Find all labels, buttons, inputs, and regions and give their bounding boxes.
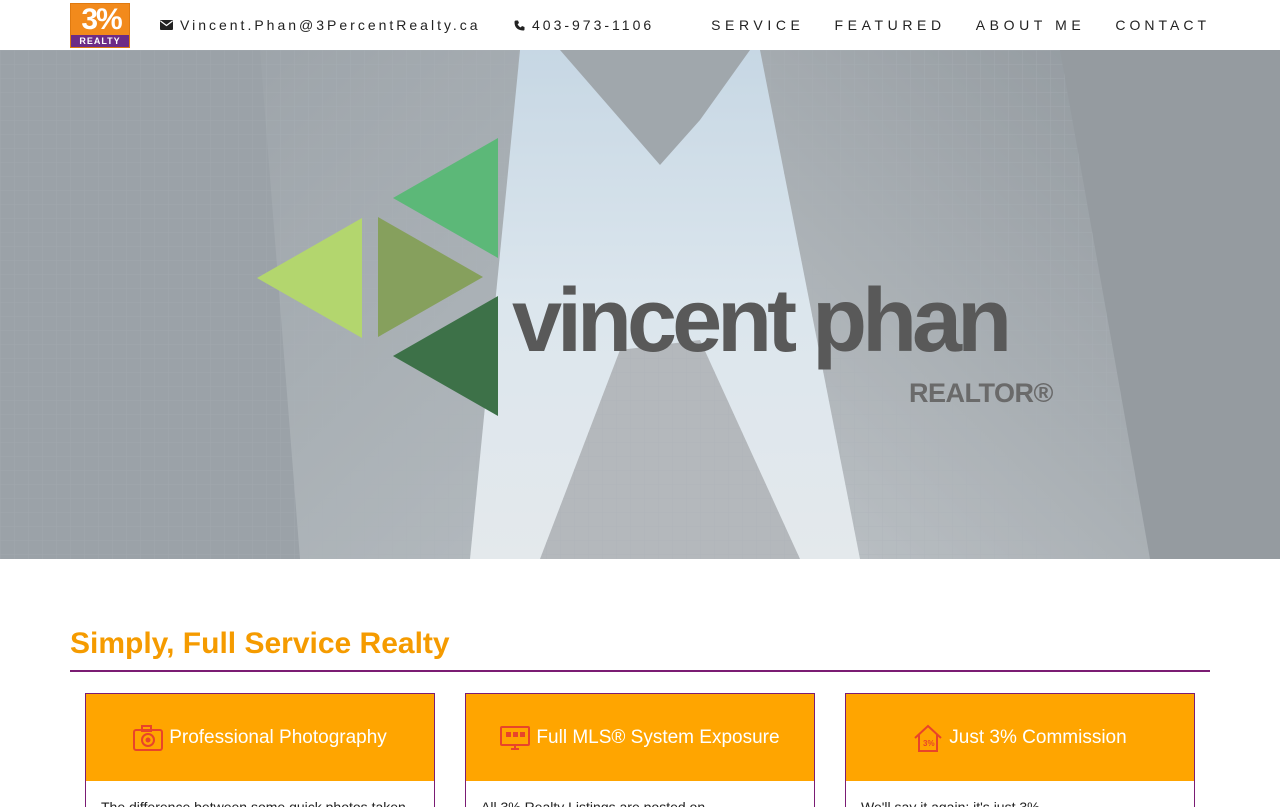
hero-brand-name: vincent phan: [512, 271, 1012, 371]
logo-band: REALTY: [71, 35, 129, 47]
main-nav: SERVICE FEATURED ABOUT ME CONTACT: [711, 17, 1210, 33]
hero-brand-subtitle: REALTOR®: [909, 378, 1053, 408]
hero-banner: vincent phan REALTOR®: [0, 50, 1280, 559]
section-divider: [70, 670, 1210, 672]
nav-about-me[interactable]: ABOUT ME: [976, 17, 1086, 33]
card-header: Professional Photography: [86, 693, 434, 781]
nav-featured[interactable]: FEATURED: [834, 17, 945, 33]
top-navigation-bar: 3% REALTY Vincent.Phan@3PercentRealty.ca…: [0, 0, 1280, 50]
envelope-icon: [160, 20, 173, 30]
card-title: Professional Photography: [169, 726, 387, 748]
card-header: Full MLS® System Exposure: [466, 693, 814, 781]
house-icon: 3%: [914, 724, 942, 752]
monitor-icon: [500, 725, 531, 750]
phone-icon: [514, 20, 525, 30]
section-title: Simply, Full Service Realty: [70, 627, 450, 660]
card-text: All 3% Realty Listings are posted on: [481, 799, 706, 807]
email-text: Vincent.Phan@3PercentRealty.ca: [180, 17, 481, 33]
email-link[interactable]: Vincent.Phan@3PercentRealty.ca: [160, 17, 481, 33]
card-title: Just 3% Commission: [949, 726, 1127, 748]
phone-link[interactable]: 403-973-1106: [514, 17, 654, 33]
nav-contact[interactable]: CONTACT: [1115, 17, 1210, 33]
svg-text:3%: 3%: [923, 739, 935, 748]
card-header: 3% Just 3% Commission: [846, 693, 1194, 781]
card-title: Full MLS® System Exposure: [536, 726, 780, 748]
feature-card-photography: Professional Photography The difference …: [85, 693, 435, 807]
logo-number: 3%: [81, 3, 122, 36]
phone-text: 403-973-1106: [532, 17, 655, 33]
card-text: The difference between some quick photos…: [101, 799, 406, 807]
nav-service[interactable]: SERVICE: [711, 17, 804, 33]
camera-icon: [133, 724, 164, 751]
company-logo[interactable]: 3% REALTY: [70, 3, 130, 48]
feature-card-commission: 3% Just 3% Commission We'll say it again…: [845, 693, 1195, 807]
card-text: We'll say it again; it's just 3%: [861, 799, 1040, 807]
feature-card-mls: Full MLS® System Exposure All 3% Realty …: [465, 693, 815, 807]
